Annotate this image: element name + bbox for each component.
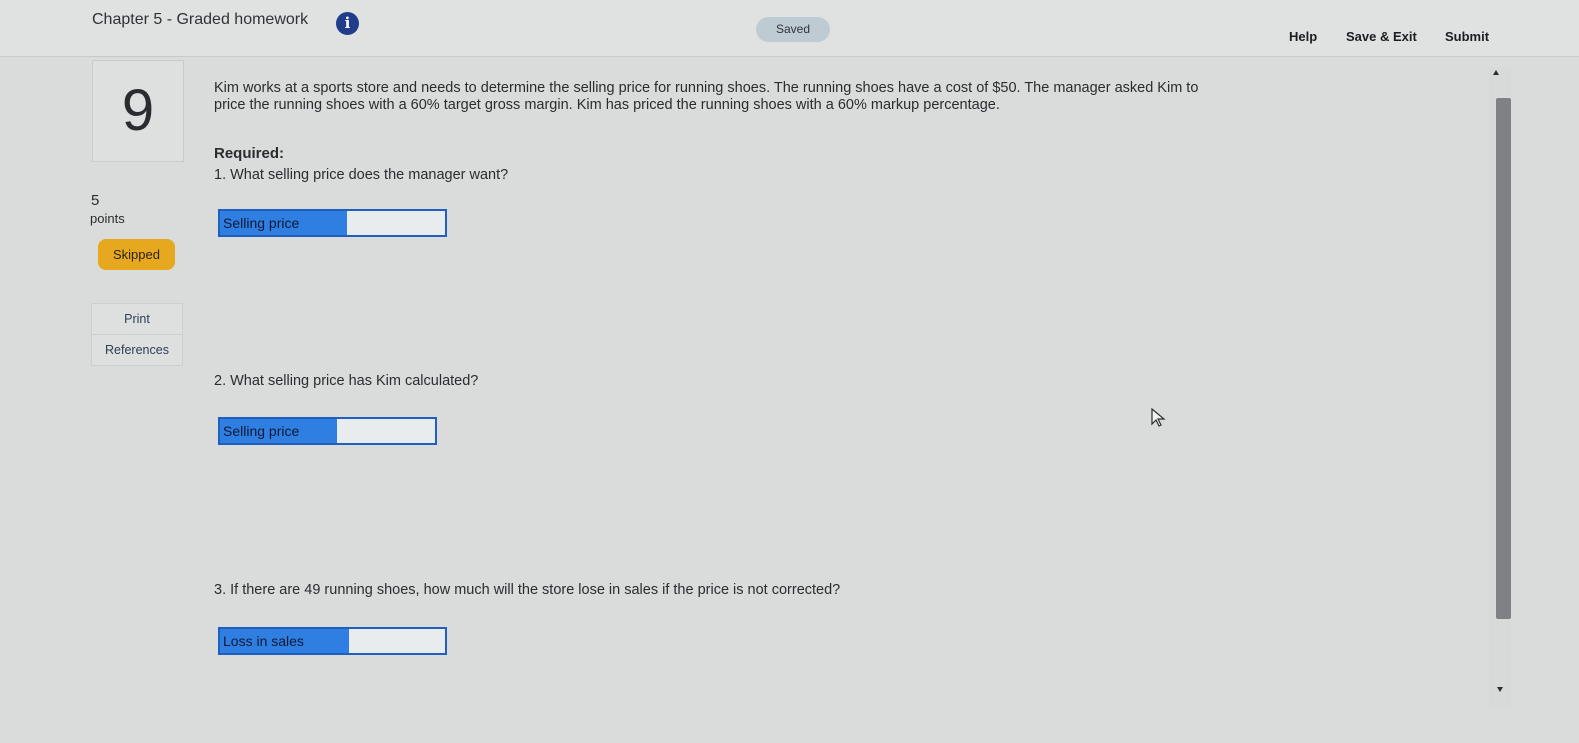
- mouse-pointer-icon: [1151, 408, 1166, 427]
- question-number-box: 9: [92, 60, 184, 162]
- scroll-up-arrow-icon[interactable]: [1493, 70, 1499, 75]
- part-3-answer-label: Loss in sales: [220, 629, 349, 653]
- part-2-answer-label: Selling price: [220, 419, 337, 443]
- scroll-down-arrow-icon[interactable]: [1497, 687, 1503, 692]
- part-1-prompt: 1. What selling price does the manager w…: [214, 167, 509, 183]
- saved-status-badge: Saved: [756, 17, 830, 42]
- part-2-prompt: 2. What selling price has Kim calculated…: [214, 373, 479, 389]
- assignment-title: Chapter 5 - Graded homework: [92, 11, 309, 28]
- submit-button[interactable]: Submit: [1445, 29, 1489, 44]
- question-text: Kim works at a sports store and needs to…: [214, 80, 1199, 113]
- points-value: 5: [91, 192, 100, 209]
- question-number: 9: [121, 78, 155, 143]
- points-label: points: [90, 211, 125, 226]
- selling-price-input-2[interactable]: [337, 419, 435, 443]
- print-button[interactable]: Print: [91, 303, 183, 335]
- skipped-status-badge: Skipped: [98, 239, 175, 270]
- part-1-answer-label: Selling price: [220, 211, 347, 235]
- selling-price-input-1[interactable]: [347, 211, 445, 235]
- required-label: Required:: [214, 145, 285, 162]
- help-button[interactable]: Help: [1289, 29, 1317, 44]
- part-3-answer-row: Loss in sales: [218, 627, 447, 655]
- save-exit-button[interactable]: Save & Exit: [1346, 29, 1417, 44]
- scrollbar-thumb[interactable]: [1496, 98, 1511, 619]
- part-2-answer-row: Selling price: [218, 417, 437, 445]
- references-button[interactable]: References: [91, 334, 183, 366]
- part-3-prompt: 3. If there are 49 running shoes, how mu…: [214, 582, 841, 598]
- loss-in-sales-input[interactable]: [349, 629, 445, 653]
- part-1-answer-row: Selling price: [218, 209, 447, 237]
- info-icon[interactable]: i: [336, 12, 359, 35]
